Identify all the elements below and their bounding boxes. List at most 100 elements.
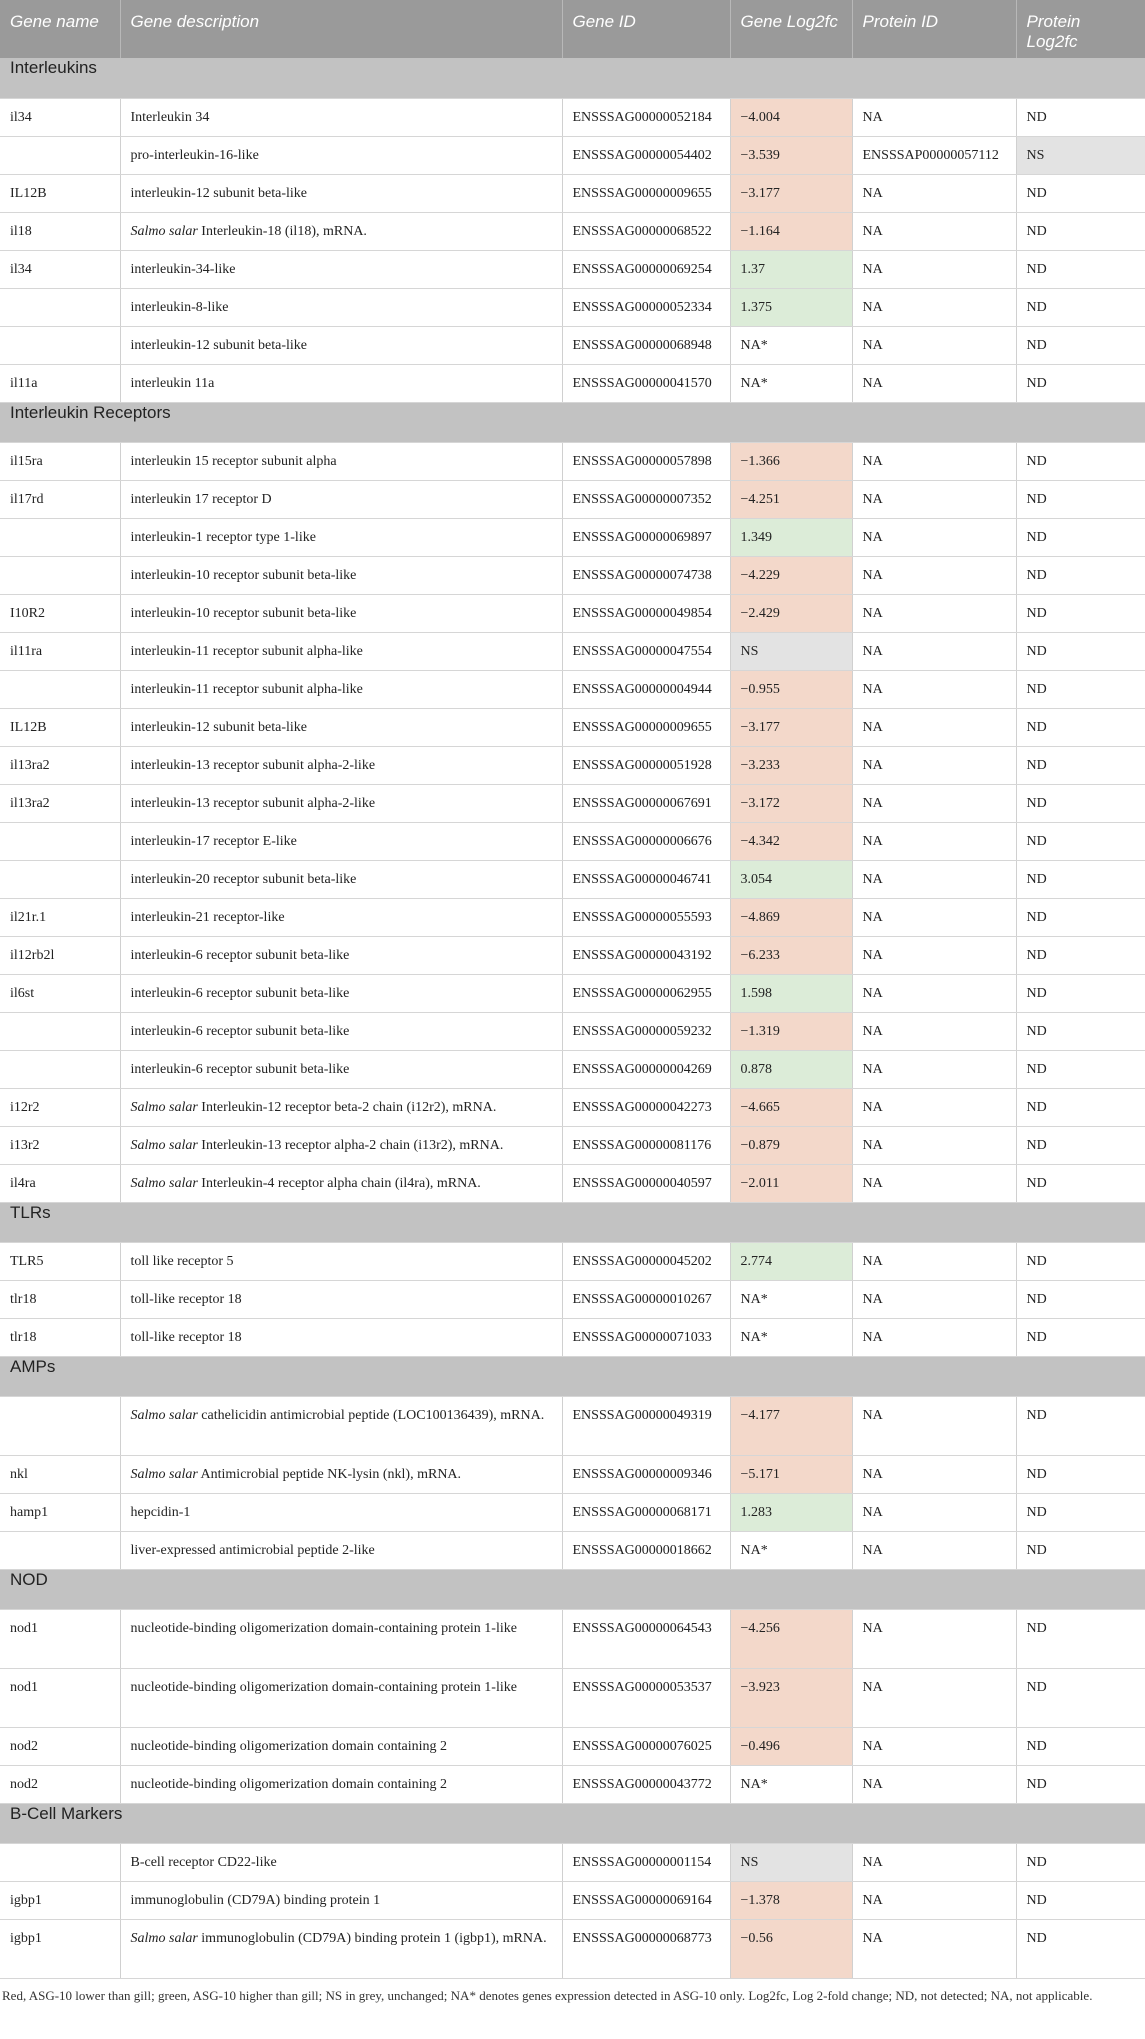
protein-id-cell: NA <box>852 1318 1017 1357</box>
table-row: nod1 nucleotide-binding oligomerization d… <box>0 1668 1145 1728</box>
gene-name-cell <box>0 288 121 327</box>
protein-log2fc-cell: ND <box>1016 174 1145 213</box>
protein-log2fc-cell: ND <box>1016 632 1145 671</box>
table-row: liver-expressed antimicrobial peptide 2-… <box>0 1531 1145 1570</box>
gene-description-cell: Salmo salar Antimicrobial peptide NK-lys… <box>120 1455 563 1494</box>
protein-log2fc-cell: ND <box>1016 1012 1145 1051</box>
gene-log2fc-cell: −4.256 <box>730 1609 853 1669</box>
gene-id-cell: ENSSSAG00000004944 <box>562 670 731 709</box>
gene-id-cell: ENSSSAG00000009346 <box>562 1455 731 1494</box>
table-row: il15ra interleukin 15 receptor subunit al… <box>0 442 1145 481</box>
group-title: NOD <box>0 1569 1145 1610</box>
species-name: Salmo salar <box>130 1175 198 1191</box>
protein-id-cell: NA <box>852 250 1017 289</box>
header-protein-id: Protein ID <box>852 0 1017 58</box>
gene-description-cell: interleukin 11a <box>120 364 563 403</box>
gene-description-cell: Salmo salar Interleukin-4 receptor alpha… <box>120 1164 563 1203</box>
gene-name-cell <box>0 1843 121 1882</box>
gene-description-cell: interleukin-6 receptor subunit beta-like <box>120 974 563 1013</box>
protein-log2fc-cell: ND <box>1016 1609 1145 1669</box>
gene-log2fc-cell: −3.539 <box>730 136 853 175</box>
group-title: Interleukins <box>0 58 1145 99</box>
gene-log2fc-cell: NS <box>730 632 853 671</box>
protein-id-cell: NA <box>852 1919 1017 1979</box>
gene-id-cell: ENSSSAG00000069254 <box>562 250 731 289</box>
gene-description-cell: nucleotide-binding oligomerization domai… <box>120 1609 563 1669</box>
group-row: AMPs <box>0 1356 1145 1397</box>
protein-id-cell: NA <box>852 1050 1017 1089</box>
table-row: TLR5 toll like receptor 5 ENSSSAG000000452… <box>0 1242 1145 1281</box>
gene-description-cell: Salmo salar Interleukin-13 receptor alph… <box>120 1126 563 1165</box>
gene-name-cell: il11ra <box>0 632 121 671</box>
gene-log2fc-cell: −6.233 <box>730 936 853 975</box>
gene-id-cell: ENSSSAG00000054402 <box>562 136 731 175</box>
gene-id-cell: ENSSSAG00000068171 <box>562 1493 731 1532</box>
protein-id-cell: NA <box>852 1843 1017 1882</box>
gene-log2fc-cell: 1.349 <box>730 518 853 557</box>
protein-id-cell: NA <box>852 708 1017 747</box>
gene-name-cell <box>0 670 121 709</box>
protein-id-cell: NA <box>852 1126 1017 1165</box>
header-gene-name: Gene name <box>0 0 121 58</box>
group-row: Interleukin Receptors <box>0 402 1145 443</box>
gene-id-cell: ENSSSAG00000076025 <box>562 1727 731 1766</box>
protein-id-cell: NA <box>852 364 1017 403</box>
gene-log2fc-cell: −5.171 <box>730 1455 853 1494</box>
protein-log2fc-cell: ND <box>1016 784 1145 823</box>
gene-name-cell <box>0 326 121 365</box>
table-row: nod1 nucleotide-binding oligomerization d… <box>0 1609 1145 1669</box>
gene-id-cell: ENSSSAG00000001154 <box>562 1843 731 1882</box>
protein-log2fc-cell: ND <box>1016 1280 1145 1319</box>
protein-id-cell: NA <box>852 860 1017 899</box>
gene-description-cell: interleukin-11 receptor subunit alpha-li… <box>120 632 563 671</box>
gene-description-cell: nucleotide-binding oligomerization domai… <box>120 1668 563 1728</box>
table-row: il34 interleukin-34-like ENSSSAG0000006925… <box>0 250 1145 289</box>
gene-id-cell: ENSSSAG00000041570 <box>562 364 731 403</box>
gene-log2fc-cell: −4.004 <box>730 98 853 137</box>
table-row: il11a interleukin 11a ENSSSAG00000041570 NA… <box>0 364 1145 403</box>
gene-description-cell: liver-expressed antimicrobial peptide 2-… <box>120 1531 563 1570</box>
protein-id-cell: NA <box>852 1455 1017 1494</box>
gene-id-cell: ENSSSAG00000062955 <box>562 974 731 1013</box>
protein-id-cell: NA <box>852 1242 1017 1281</box>
protein-log2fc-cell: ND <box>1016 1088 1145 1127</box>
protein-id-cell: NA <box>852 1164 1017 1203</box>
gene-log2fc-cell: −0.955 <box>730 670 853 709</box>
group-row: B-Cell Markers <box>0 1803 1145 1844</box>
gene-id-cell: ENSSSAG00000071033 <box>562 1318 731 1357</box>
protein-id-cell: NA <box>852 1280 1017 1319</box>
protein-log2fc-cell: ND <box>1016 1765 1145 1804</box>
table-row: B-cell receptor CD22-like ENSSSAG00000001… <box>0 1843 1145 1882</box>
group-title: Interleukin Receptors <box>0 402 1145 443</box>
gene-id-cell: ENSSSAG00000043772 <box>562 1765 731 1804</box>
gene-table: Gene name Gene description Gene ID Gene … <box>0 0 1145 1979</box>
gene-description-cell: Salmo salar Interleukin-18 (il18), mRNA. <box>120 212 563 251</box>
protein-log2fc-cell: ND <box>1016 364 1145 403</box>
protein-log2fc-cell: ND <box>1016 974 1145 1013</box>
gene-log2fc-cell: 3.054 <box>730 860 853 899</box>
protein-log2fc-cell: ND <box>1016 594 1145 633</box>
protein-log2fc-cell: ND <box>1016 1455 1145 1494</box>
gene-name-cell: IL12B <box>0 174 121 213</box>
table-row: interleukin-20 receptor subunit beta-lik… <box>0 860 1145 899</box>
gene-name-cell: tlr18 <box>0 1280 121 1319</box>
gene-log2fc-cell: −3.233 <box>730 746 853 785</box>
gene-log2fc-cell: 2.774 <box>730 1242 853 1281</box>
protein-log2fc-cell: ND <box>1016 1668 1145 1728</box>
gene-log2fc-cell: −3.172 <box>730 784 853 823</box>
gene-log2fc-cell: −2.011 <box>730 1164 853 1203</box>
table-row: nod2 nucleotide-binding oligomerization d… <box>0 1727 1145 1766</box>
gene-name-cell: tlr18 <box>0 1318 121 1357</box>
gene-name-cell: il6st <box>0 974 121 1013</box>
group-title: AMPs <box>0 1356 1145 1397</box>
table-row: tlr18 toll-like receptor 18 ENSSSAG0000007… <box>0 1318 1145 1357</box>
gene-log2fc-cell: 1.283 <box>730 1493 853 1532</box>
table-row: hamp1 hepcidin-1 ENSSSAG00000068171 1.283 NA… <box>0 1493 1145 1532</box>
gene-id-cell: ENSSSAG00000051928 <box>562 746 731 785</box>
table-row: il6st interleukin-6 receptor subunit beta… <box>0 974 1145 1013</box>
gene-description-cell: interleukin-6 receptor subunit beta-like <box>120 1012 563 1051</box>
table-row: i13r2 Salmo salar Interleukin-13 receptor… <box>0 1126 1145 1165</box>
gene-description-cell: interleukin-13 receptor subunit alpha-2-… <box>120 746 563 785</box>
protein-id-cell: NA <box>852 326 1017 365</box>
protein-id-cell: NA <box>852 1012 1017 1051</box>
